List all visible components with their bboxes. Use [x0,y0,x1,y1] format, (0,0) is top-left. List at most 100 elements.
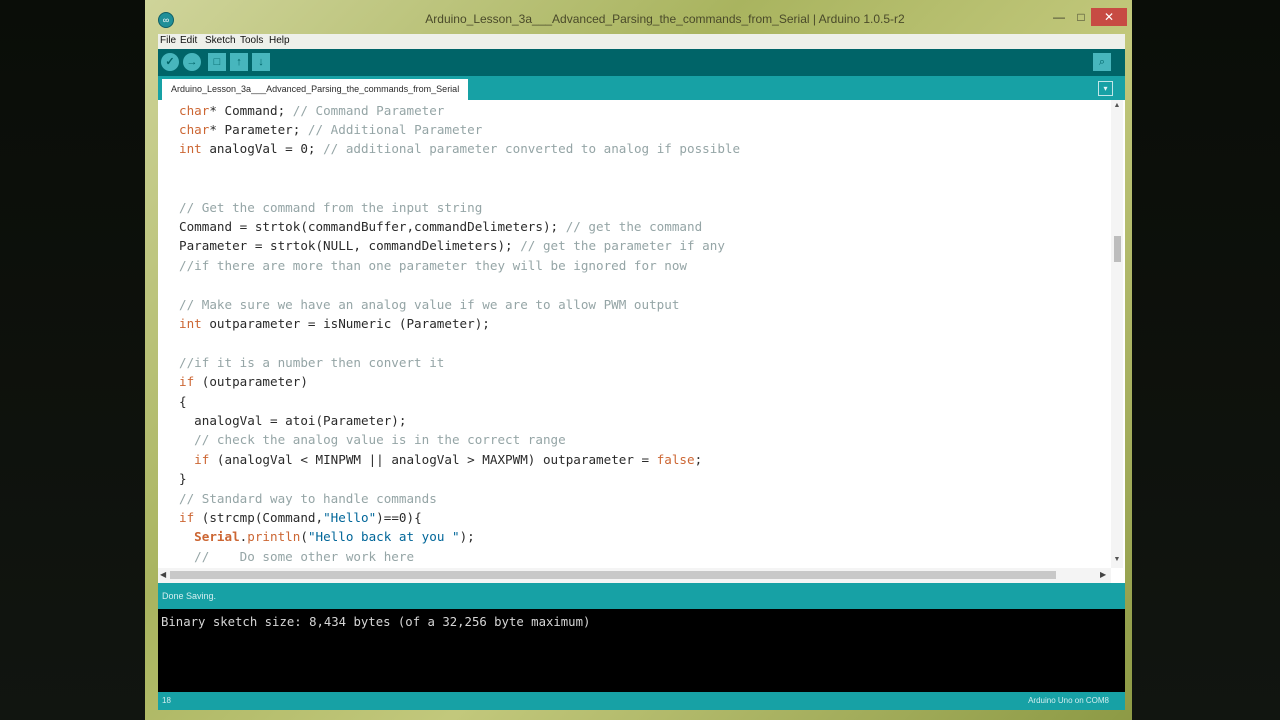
code-line[interactable]: int analogVal = 0; // additional paramet… [179,139,740,158]
code-token: if [179,374,195,390]
code-token: // Make sure we have an analog value if … [179,296,680,312]
upload-icon[interactable]: → [183,53,201,71]
code-token: int [179,315,202,331]
code-token: char [179,102,210,118]
code-token: )==0){ [376,509,422,525]
code-token: (outparameter) [194,374,308,390]
code-token: analogVal = 0; [201,141,324,157]
horizontal-scrollbar[interactable]: ◀ ▶ [158,568,1111,583]
code-line[interactable]: // Make sure we have an analog value if … [179,295,679,314]
code-token: } [179,471,187,487]
scroll-right-icon[interactable]: ▶ [1100,570,1106,579]
code-token: // Get the command from the input string [179,199,483,215]
serial-monitor-icon[interactable]: ⌕ [1093,53,1111,71]
scroll-down-icon[interactable]: ▼ [1113,556,1121,563]
code-token: (analogVal < MINPWM || analogVal > MAXPW… [209,451,657,467]
code-line[interactable]: char* Command; // Command Parameter [179,101,444,120]
code-token: analogVal = atoi(Parameter); [179,412,407,428]
code-token: println [247,529,301,545]
code-line[interactable]: { [179,392,187,411]
status-bar: Done Saving. [158,583,1125,609]
code-line[interactable]: // check the analog value is in the corr… [179,430,566,449]
line-number: 18 [162,696,171,705]
code-editor[interactable]: char* Command; // Command Parameter char*… [158,100,1125,583]
new-icon[interactable]: □ [208,53,226,71]
code-token: //if there are more than one parameter t… [179,257,687,273]
code-token: // Standard way to handle commands [179,490,437,506]
code-line[interactable]: //if it is a number then convert it [179,353,444,372]
menu-edit[interactable]: Edit [180,35,197,47]
code-line[interactable]: Parameter = strtok(NULL, commandDelimete… [179,236,725,255]
scroll-up-icon[interactable]: ▲ [1113,102,1121,109]
code-line[interactable]: //if there are more than one parameter t… [179,256,687,275]
open-icon[interactable]: ↑ [230,53,248,71]
code-line[interactable]: } [179,469,187,488]
menu-help[interactable]: Help [269,35,290,47]
code-line[interactable]: Command = strtok(commandBuffer,commandDe… [179,217,702,236]
vertical-scroll-thumb[interactable] [1114,236,1121,262]
maximize-button[interactable]: □ [1072,8,1090,26]
code-line[interactable]: // Standard way to handle commands [179,489,437,508]
code-line[interactable]: // Do some other work here [179,547,414,566]
code-token: * Parameter; [209,121,308,137]
code-token: // get the command [565,218,703,234]
menu-sketch[interactable]: Sketch [205,35,236,47]
menu-file[interactable]: File [160,35,176,47]
code-line[interactable]: if (analogVal < MINPWM || analogVal > MA… [179,450,702,469]
window-title: Arduino_Lesson_3a___Advanced_Parsing_the… [425,12,905,26]
ide-frame: File Edit Sketch Tools Help ✓ → □ ↑ ↓ ⌕ … [158,34,1125,710]
code-token: // get the parameter if any [520,238,725,254]
horizontal-scroll-thumb[interactable] [170,571,1056,579]
footer-bar: 18 Arduino Uno on COM8 [158,692,1125,710]
tab-bar: Arduino_Lesson_3a___Advanced_Parsing_the… [158,76,1125,100]
code-token: // check the analog value is in the corr… [194,432,566,448]
close-button[interactable]: ✕ [1091,8,1127,26]
code-token: "Hello back at you " [307,529,460,545]
code-token: int [179,141,202,157]
code-token: // additional parameter converted to ana… [323,141,741,157]
tab-sketch[interactable]: Arduino_Lesson_3a___Advanced_Parsing_the… [162,79,469,100]
status-message: Done Saving. [162,591,217,601]
menu-tools[interactable]: Tools [240,35,263,47]
code-line[interactable]: int outparameter = isNumeric (Parameter)… [179,314,490,333]
vertical-scrollbar[interactable]: ▲ ▼ [1111,100,1123,568]
scroll-left-icon[interactable]: ◀ [160,570,166,579]
code-token: Command = strtok(commandBuffer,commandDe… [179,218,566,234]
code-token: if [179,509,195,525]
code-line[interactable]: analogVal = atoi(Parameter); [179,411,406,430]
toolbar: ✓ → □ ↑ ↓ ⌕ [158,49,1125,76]
code-token: outparameter = isNumeric (Parameter); [201,315,490,331]
code-token: * Command; [209,102,293,118]
code-token: (strcmp(Command, [194,509,324,525]
code-line[interactable]: // Get the command from the input string [179,198,482,217]
save-icon[interactable]: ↓ [252,53,270,71]
arduino-app-icon: ∞ [158,12,174,28]
code-token: //if it is a number then convert it [179,354,445,370]
console-text: Binary sketch size: 8,434 bytes (of a 32… [161,615,591,629]
code-line[interactable]: if (strcmp(Command,"Hello")==0){ [179,508,422,527]
desktop-background-right [1132,0,1280,720]
code-token: // Additional Parameter [307,121,483,137]
minimize-button[interactable]: — [1050,8,1068,26]
code-token: Parameter = strtok(NULL, commandDelimete… [179,238,521,254]
desktop-background-left [0,0,145,720]
code-token: "Hello" [323,509,377,525]
verify-icon[interactable]: ✓ [161,53,179,71]
code-token: char [179,121,210,137]
console-output[interactable]: Binary sketch size: 8,434 bytes (of a 32… [158,609,1125,692]
title-bar[interactable]: ∞ Arduino_Lesson_3a___Advanced_Parsing_t… [145,0,1132,34]
code-token: ); [459,529,475,545]
code-line[interactable]: if (outparameter) [179,372,308,391]
code-token: // Do some other work here [194,548,415,564]
code-token: false [656,451,695,467]
code-line[interactable]: char* Parameter; // Additional Parameter [179,120,482,139]
code-token: { [179,393,187,409]
tab-menu-icon[interactable]: ▾ [1098,81,1113,96]
code-token: // Command Parameter [292,102,445,118]
code-line[interactable]: Serial.println("Hello back at you "); [179,527,475,546]
board-info: Arduino Uno on COM8 [1028,696,1109,705]
